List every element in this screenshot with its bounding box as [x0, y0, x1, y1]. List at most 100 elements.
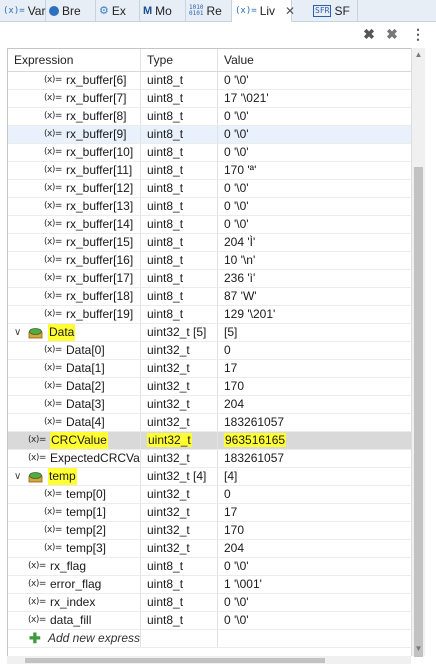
value-cell[interactable]: [5]	[218, 324, 412, 341]
value-cell[interactable]: 236 'ì'	[218, 270, 412, 287]
tab-var[interactable]: (x)= Var	[0, 0, 46, 21]
value-cell[interactable]: 204	[218, 540, 412, 557]
value-cell[interactable]: [4]	[218, 468, 412, 485]
value-cell[interactable]: 17	[218, 504, 412, 521]
table-row[interactable]: (x)= rx_buffer[13] uint8_t 0 '\0'	[8, 198, 412, 216]
table-row[interactable]: (x)= rx_index uint8_t 0 '\0'	[8, 594, 412, 612]
live-expressions-icon: (x)=	[235, 5, 257, 16]
close-tab-icon[interactable]: ✕	[285, 4, 295, 18]
value-cell[interactable]: 0 '\0'	[218, 594, 412, 611]
value-cell[interactable]: 0 '\0'	[218, 612, 412, 629]
table-row[interactable]: (x)= CRCValue uint32_t 963516165	[8, 432, 412, 450]
array-icon	[28, 327, 44, 339]
table-row[interactable]: (x)= rx_buffer[18] uint8_t 87 'W'	[8, 288, 412, 306]
value-cell[interactable]: 170 'ª'	[218, 162, 412, 179]
vertical-scrollbar[interactable]: ▲ ▼	[411, 48, 425, 657]
table-row[interactable]: (x)= rx_buffer[16] uint8_t 10 '\n'	[8, 252, 412, 270]
horizontal-scroll-thumb[interactable]	[25, 658, 325, 663]
value-cell[interactable]: 170	[218, 378, 412, 395]
table-row[interactable]: (x)= ExpectedCRCValu uint32_t 183261057	[8, 450, 412, 468]
vertical-scroll-thumb[interactable]	[414, 167, 423, 657]
table-row[interactable]: (x)= rx_buffer[6] uint8_t 0 '\0'	[8, 72, 412, 90]
expand-chevron-icon[interactable]: ∨	[14, 468, 21, 485]
table-row[interactable]: (x)= temp[0] uint32_t 0	[8, 486, 412, 504]
view-menu-button[interactable]: ⋮	[409, 25, 427, 43]
expression-name: error_flag	[50, 577, 102, 591]
tab-liv[interactable]: (x)= Liv ✕	[232, 0, 295, 22]
expression-name: temp[3]	[66, 541, 107, 555]
value-cell[interactable]: 0 '\0'	[218, 72, 412, 89]
value-cell[interactable]: 183261057	[218, 450, 412, 467]
value-cell[interactable]: 0 '\0'	[218, 558, 412, 575]
type-cell	[141, 630, 218, 647]
column-header-type[interactable]: Type	[141, 49, 218, 71]
table-row[interactable]: (x)= rx_buffer[9] uint8_t 0 '\0'	[8, 126, 412, 144]
type-cell: uint8_t	[141, 288, 218, 305]
value-cell[interactable]: 17	[218, 360, 412, 377]
table-row[interactable]: (x)= Data[4] uint32_t 183261057	[8, 414, 412, 432]
horizontal-scrollbar[interactable]	[7, 656, 411, 664]
value-cell[interactable]: 10 '\n'	[218, 252, 412, 269]
add-new-expression-row[interactable]: ✚ Add new expressi	[8, 630, 412, 648]
table-row[interactable]: (x)= temp[3] uint32_t 204	[8, 540, 412, 558]
value-cell[interactable]: 204	[218, 396, 412, 413]
value-cell[interactable]: 170	[218, 522, 412, 539]
tab-re[interactable]: 1010 0101 Re	[186, 0, 232, 21]
table-row[interactable]: (x)= temp[1] uint32_t 17	[8, 504, 412, 522]
table-row[interactable]: (x)= temp[2] uint32_t 170	[8, 522, 412, 540]
table-group-row[interactable]: ∨ temp uint32_t [4] [4]	[8, 468, 412, 486]
value-cell[interactable]: 0 '\0'	[218, 180, 412, 197]
table-row[interactable]: (x)= Data[3] uint32_t 204	[8, 396, 412, 414]
add-new-expression-label[interactable]: Add new expressi	[48, 630, 140, 647]
expression-name: rx_buffer[19]	[66, 307, 134, 321]
table-row[interactable]: (x)= rx_buffer[17] uint8_t 236 'ì'	[8, 270, 412, 288]
table-row[interactable]: (x)= rx_buffer[19] uint8_t 129 '\201'	[8, 306, 412, 324]
table-row[interactable]: (x)= data_fill uint8_t 0 '\0'	[8, 612, 412, 630]
tab-label: Mo	[155, 3, 172, 18]
value-cell[interactable]: 0 '\0'	[218, 126, 412, 143]
table-row[interactable]: (x)= rx_buffer[10] uint8_t 0 '\0'	[8, 144, 412, 162]
sfr-icon: SFR	[313, 4, 332, 17]
expand-chevron-icon[interactable]: ∨	[14, 324, 21, 341]
value-cell[interactable]: 0 '\0'	[218, 216, 412, 233]
remove-all-expressions-button[interactable]: ✖	[383, 25, 401, 43]
value-cell[interactable]: 183261057	[218, 414, 412, 431]
tab-sf[interactable]: SFR SF	[310, 0, 358, 21]
column-header-expression[interactable]: Expression	[8, 49, 141, 71]
remove-expression-button[interactable]: ✖	[360, 25, 378, 43]
value-cell[interactable]: 87 'W'	[218, 288, 412, 305]
table-group-row[interactable]: ∨ Data uint32_t [5] [5]	[8, 324, 412, 342]
value-cell[interactable]: 0 '\0'	[218, 108, 412, 125]
value-cell[interactable]: 0	[218, 342, 412, 359]
scroll-down-arrow-icon[interactable]: ▼	[412, 644, 425, 653]
table-row[interactable]: (x)= rx_buffer[15] uint8_t 204 'Ì'	[8, 234, 412, 252]
value-cell[interactable]: 1 '\001'	[218, 576, 412, 593]
table-row[interactable]: (x)= rx_buffer[14] uint8_t 0 '\0'	[8, 216, 412, 234]
type-text: uint8_t	[147, 73, 184, 87]
value-cell[interactable]: 0 '\0'	[218, 198, 412, 215]
value-cell[interactable]: 963516165	[218, 432, 412, 449]
tab-bre[interactable]: Bre	[46, 0, 96, 21]
expressions-icon: ⚙	[99, 4, 109, 17]
value-cell[interactable]: 129 '\201'	[218, 306, 412, 323]
table-row[interactable]: (x)= rx_buffer[8] uint8_t 0 '\0'	[8, 108, 412, 126]
tab-mo[interactable]: M Mo	[140, 0, 186, 21]
table-row[interactable]: (x)= rx_buffer[12] uint8_t 0 '\0'	[8, 180, 412, 198]
tab-ex[interactable]: ⚙ Ex	[96, 0, 140, 21]
table-row[interactable]: (x)= rx_flag uint8_t 0 '\0'	[8, 558, 412, 576]
value-cell[interactable]: 204 'Ì'	[218, 234, 412, 251]
expression-cell: (x)= rx_buffer[10]	[8, 144, 141, 161]
column-header-value[interactable]: Value	[218, 49, 412, 71]
table-row[interactable]: (x)= Data[2] uint32_t 170	[8, 378, 412, 396]
value-cell[interactable]: 0	[218, 486, 412, 503]
table-row[interactable]: (x)= Data[0] uint32_t 0	[8, 342, 412, 360]
scroll-up-arrow-icon[interactable]: ▲	[412, 50, 425, 59]
expression-name: ExpectedCRCValu	[50, 451, 141, 465]
expression-icon: (x)=	[28, 453, 46, 463]
table-row[interactable]: (x)= rx_buffer[7] uint8_t 17 '\021'	[8, 90, 412, 108]
table-row[interactable]: (x)= rx_buffer[11] uint8_t 170 'ª'	[8, 162, 412, 180]
table-row[interactable]: (x)= Data[1] uint32_t 17	[8, 360, 412, 378]
value-cell[interactable]: 0 '\0'	[218, 144, 412, 161]
table-row[interactable]: (x)= error_flag uint8_t 1 '\001'	[8, 576, 412, 594]
value-cell[interactable]: 17 '\021'	[218, 90, 412, 107]
